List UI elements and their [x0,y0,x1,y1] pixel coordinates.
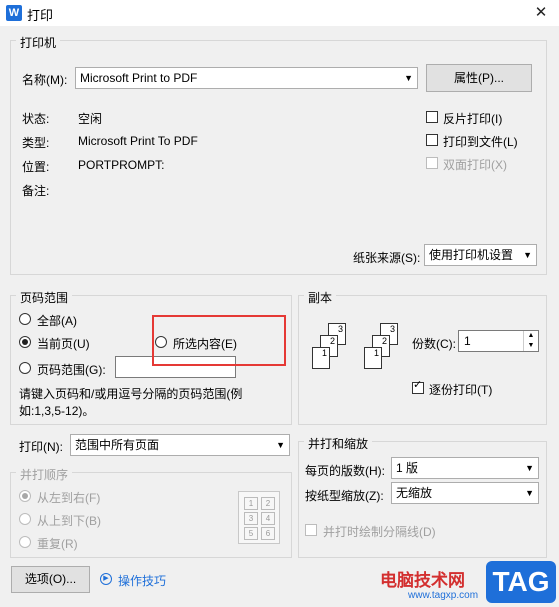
chevron-down-icon: ▼ [404,73,413,83]
top-to-bottom-radio[interactable] [19,513,31,525]
watermark-logo: TAG [486,561,556,603]
print-what-select[interactable]: 范围中所有页面 ▼ [70,434,290,456]
repeat-label: 重复(R) [37,537,78,551]
chevron-down-icon: ▼ [276,440,285,450]
collate-order-title: 并打顺序 [16,466,73,483]
reverse-print-checkbox[interactable] [426,111,438,123]
window-title: 打印 [27,8,54,23]
duplex-label: 双面打印(X) [443,158,507,172]
type-value: Microsoft Print To PDF [78,134,198,148]
chevron-down-icon: ▼ [523,250,532,260]
printer-name-select[interactable]: Microsoft Print to PDF ▼ [75,67,418,89]
play-icon[interactable]: ▶ [100,573,112,585]
pages-per-sheet-value: 1 版 [396,461,419,475]
scale-label: 按纸型缩放(Z): [305,489,384,503]
top-to-bottom-label: 从上到下(B) [37,514,101,528]
scale-select[interactable]: 无缩放 ▼ [391,482,539,504]
checkmark-icon: ✓ [413,379,423,391]
copies-count-value: 1 [464,334,471,348]
preview-cell: 2 [261,497,275,510]
tips-link[interactable]: 操作技巧 [118,572,166,589]
repeat-radio[interactable] [19,536,31,548]
printer-group-title: 打印机 [16,34,61,51]
print-to-file-checkbox[interactable] [426,134,438,146]
options-button[interactable]: 选项(O)... [11,566,90,593]
chevron-down-icon: ▼ [525,488,534,498]
title-bar [0,0,559,26]
collate-preview-icon: 3 2 1 [362,323,410,389]
printer-name-value: Microsoft Print to PDF [80,71,198,85]
all-pages-radio[interactable] [19,313,31,325]
collate-order-preview: 1 2 3 4 5 6 [238,491,280,544]
preview-cell: 5 [244,527,258,540]
reverse-print-label[interactable]: 反片打印(I) [443,110,502,127]
copies-title: 副本 [304,289,337,306]
status-value: 空闲 [78,112,103,126]
page-range-title: 页码范围 [16,289,73,306]
all-pages-label[interactable]: 全部(A) [37,312,77,329]
where-value: PORTPROMPT: [78,158,165,172]
watermark-text: 电脑技术网 [380,571,465,590]
paper-source-value: 使用打印机设置 [429,248,514,262]
print-what-value: 范围中所有页面 [75,438,160,452]
paper-source-select[interactable]: 使用打印机设置 ▼ [424,244,537,266]
page-range-hint: 请键入页码和/或用逗号分隔的页码范围(例如:1,3,5-12)。 [19,387,243,418]
preview-cell: 1 [244,497,258,510]
left-to-right-radio[interactable] [19,490,31,502]
preview-cell: 4 [261,512,275,525]
page-range-label[interactable]: 页码范围(G): [37,361,106,378]
current-page-radio[interactable] [19,336,31,348]
printer-name-label: 名称(M): [22,73,68,87]
zoom-title: 并打和缩放 [304,435,373,452]
wps-app-icon: W [6,5,22,21]
preview-cell: 6 [261,527,275,540]
preview-cell: 3 [244,512,258,525]
left-to-right-label: 从左到右(F) [37,491,101,505]
page-range-radio[interactable] [19,362,31,374]
pages-per-sheet-label: 每页的版数(H): [305,464,385,478]
properties-button[interactable]: 属性(P)... [426,64,532,92]
draw-lines-checkbox[interactable] [305,524,317,536]
highlight-annotation [152,315,286,366]
print-what-label: 打印(N): [19,440,63,454]
spin-down-icon[interactable]: ▼ [523,341,538,351]
print-to-file-label[interactable]: 打印到文件(L) [443,133,518,150]
duplex-checkbox[interactable] [426,157,438,169]
collate-label[interactable]: 逐份打印(T) [429,381,492,398]
spin-up-icon[interactable]: ▲ [523,331,538,341]
type-label: 类型: [22,136,50,150]
draw-lines-label: 并打时绘制分隔线(D) [323,525,436,539]
where-label: 位置: [22,160,50,174]
pages-per-sheet-select[interactable]: 1 版 ▼ [391,457,539,479]
collate-preview-icon: 3 2 1 [310,323,358,389]
paper-source-label: 纸张来源(S): [353,251,421,265]
chevron-down-icon: ▼ [525,463,534,473]
copies-spinbox[interactable]: 1 ▲ ▼ [458,330,539,352]
watermark-url: www.tagxp.com [408,590,479,601]
comment-label: 备注: [22,184,50,198]
close-button[interactable]: ✕ [523,0,559,26]
copies-count-label: 份数(C): [412,337,456,351]
scale-value: 无缩放 [396,486,433,500]
status-label: 状态: [22,112,50,126]
current-page-label[interactable]: 当前页(U) [37,335,90,352]
